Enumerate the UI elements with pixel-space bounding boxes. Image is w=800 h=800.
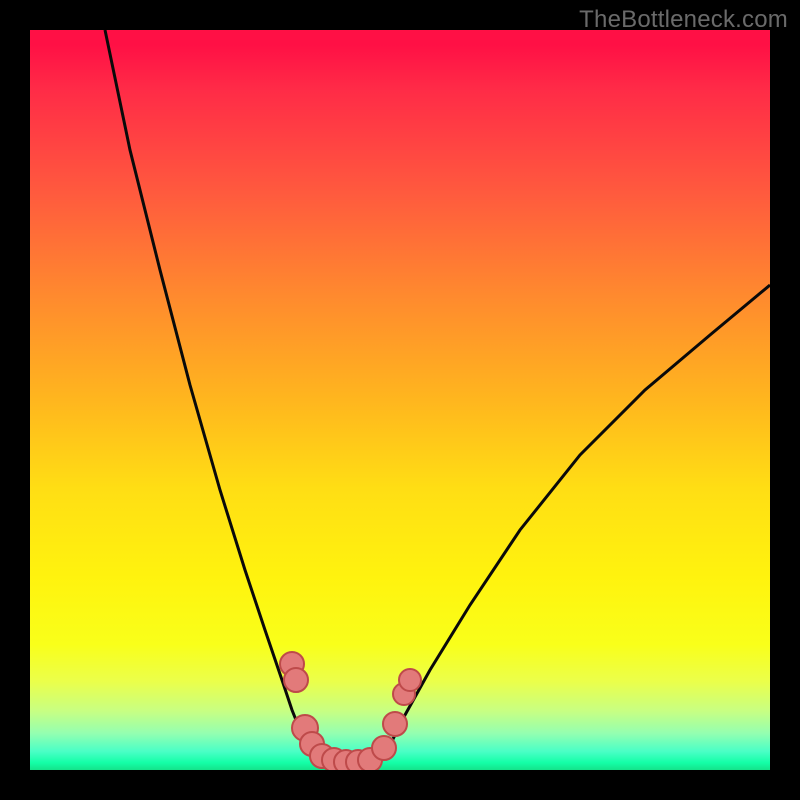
- right-cluster-lower: [372, 736, 396, 760]
- left-cluster-upper-b: [284, 668, 308, 692]
- chart-container: TheBottleneck.com: [0, 0, 800, 800]
- right-cluster-upper-b: [399, 669, 421, 691]
- right-cluster-mid: [383, 712, 407, 736]
- chart-svg: [30, 30, 770, 770]
- plot-area: [30, 30, 770, 770]
- watermark-text: TheBottleneck.com: [579, 6, 788, 34]
- data-markers: [280, 652, 421, 770]
- bottleneck-curve: [105, 30, 770, 767]
